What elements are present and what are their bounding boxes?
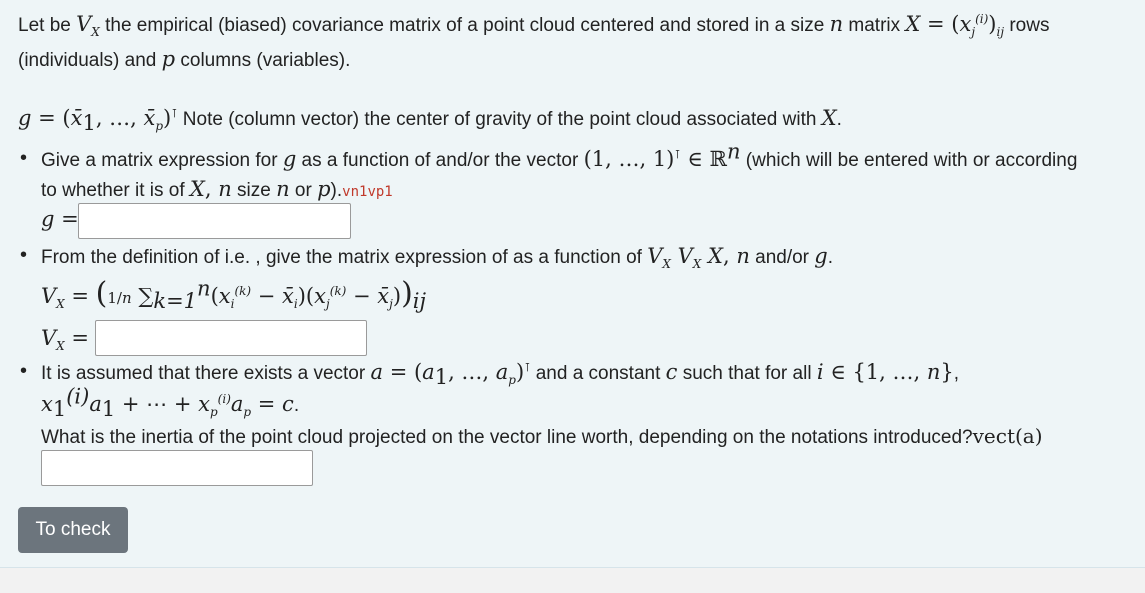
bullet-1: •	[20, 147, 28, 169]
q3-line-1: It is assumed that there exists a vector…	[41, 360, 960, 389]
bullet-2: •	[20, 244, 28, 266]
variable-hint: vn1vp1	[342, 184, 393, 200]
question-card: Let be VX the empirical (biased) covaria…	[0, 0, 1145, 568]
q1-line-1: Give a matrix expression for g as a func…	[41, 139, 1078, 171]
vx-formula: VX = (1/n ∑k=1n(xi(k) − x̄i)(xj(k) − x̄j…	[41, 276, 427, 313]
q2-line-1: From the definition of i.e. , give the m…	[41, 244, 834, 272]
bullet-3: •	[20, 360, 28, 382]
vx-answer-input[interactable]	[95, 320, 367, 356]
g-answer-input[interactable]	[78, 203, 351, 239]
gravity-definition: g = (x̄1, …, x̄p)⊺ Note (column vector) …	[18, 106, 842, 135]
intro-line-2: (individuals) and p columns (variables).	[18, 47, 351, 71]
q3-equation: x1(i)a1 + ⋯ + xp(i)ap = c.	[41, 384, 300, 421]
q3-question: What is the inertia of the point cloud p…	[41, 424, 1043, 448]
check-button[interactable]: To check	[18, 507, 128, 553]
inertia-answer-input[interactable]	[41, 450, 313, 486]
vx-label: VX =	[41, 326, 89, 354]
intro-line-1: Let be VX the empirical (biased) covaria…	[18, 12, 1050, 40]
q1-line-2: to whether it is of X, n size n or p).vn…	[41, 177, 393, 201]
g-label: g =	[41, 207, 79, 231]
